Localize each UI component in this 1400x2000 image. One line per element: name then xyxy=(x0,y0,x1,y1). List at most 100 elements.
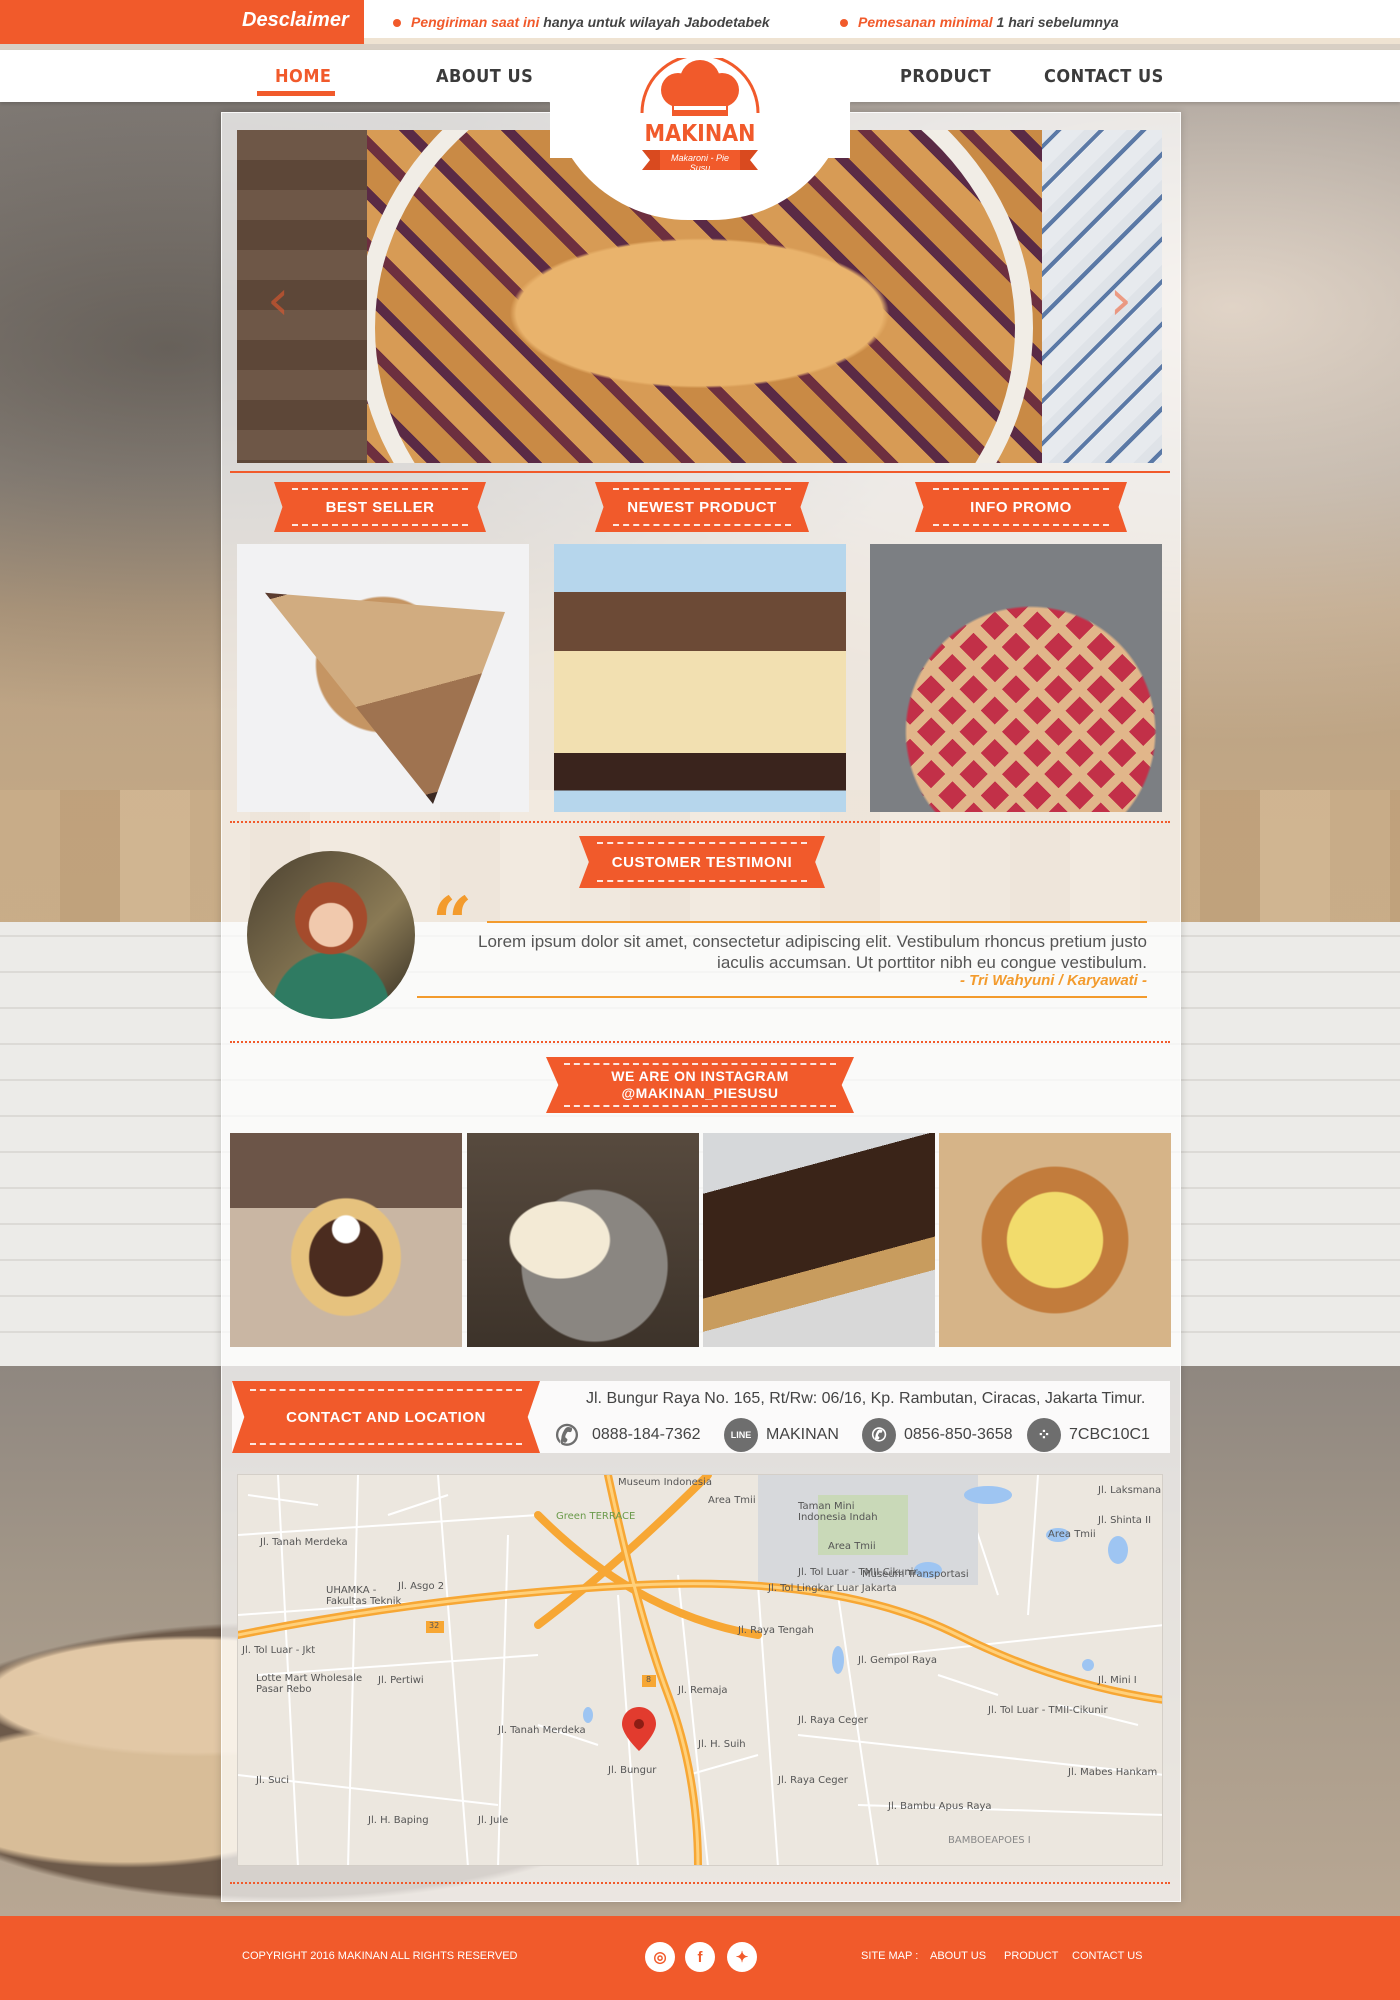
info-promo-ribbon[interactable]: INFO PROMO xyxy=(915,482,1127,532)
slider-wood-edge xyxy=(237,130,367,463)
best-seller-image[interactable] xyxy=(237,544,529,812)
notice-delivery: Pengiriman saat ini hanya untuk wilayah … xyxy=(393,14,770,30)
footer-link-about-us[interactable]: ABOUT US xyxy=(930,1950,986,1962)
bbm-pin: 7CBC10C1 xyxy=(1069,1426,1150,1443)
facebook-icon[interactable]: f xyxy=(685,1942,715,1972)
dotted-divider xyxy=(230,1041,1170,1043)
instagram-heading: WE ARE ON INSTAGRAM xyxy=(611,1068,789,1084)
map-label: Jl. Pertiwi xyxy=(378,1675,424,1686)
contact-phone[interactable]: ✆ 0888-184-7362 xyxy=(550,1418,701,1452)
top-notice-bar: Desclaimer Pengiriman saat ini hanya unt… xyxy=(0,0,1400,44)
map-label: Jl. Raya Ceger xyxy=(798,1715,868,1726)
quote-icon: “ xyxy=(432,881,473,964)
map-label: Jl. Jule xyxy=(478,1815,509,1826)
nav-product[interactable]: PRODUCT xyxy=(900,66,991,87)
best-seller-label: BEST SELLER xyxy=(325,498,435,516)
map-label: Jl. Tol Luar - Jkt xyxy=(242,1645,316,1656)
testimonial-author: - Tri Wahyuni / Karyawati - xyxy=(960,972,1147,989)
testimonial-text: Lorem ipsum dolor sit amet, consectetur … xyxy=(478,932,1147,972)
phone-number: 0888-184-7362 xyxy=(592,1426,701,1443)
location-map[interactable]: Museum Indonesia Area Tmii Green TERRACE… xyxy=(237,1474,1163,1866)
nav-contact-us[interactable]: CONTACT US xyxy=(1044,66,1164,87)
disclaimer-label[interactable]: Desclaimer xyxy=(0,0,364,44)
map-label: Area Tmii xyxy=(828,1541,876,1552)
info-promo-label: INFO PROMO xyxy=(970,498,1072,516)
map-label: Jl. Bambu Apus Raya xyxy=(888,1801,992,1812)
sitemap-label: SITE MAP : xyxy=(861,1950,919,1962)
map-label: Jl. Shinta II xyxy=(1098,1515,1152,1526)
map-label: Jl. Tanah Merdeka xyxy=(498,1725,586,1736)
testimoni-ribbon: CUSTOMER TESTIMONI xyxy=(579,836,825,888)
map-label: Jl. H. Suih xyxy=(698,1739,746,1750)
map-label: Jl. Mini I xyxy=(1098,1675,1137,1686)
map-label: Area Tmii xyxy=(708,1495,756,1506)
notice-order: Pemesanan minimal 1 hari sebelumnya xyxy=(840,14,1119,30)
line-id: MAKINAN xyxy=(766,1426,839,1443)
brand-logo[interactable]: MAKINAN Makaroni - Pie Susu xyxy=(620,53,780,183)
map-label: Taman Mini Indonesia Indah xyxy=(798,1501,878,1523)
map-label: Jl. Raya Ceger xyxy=(778,1775,848,1786)
map-label: Jl. Asgo 2 xyxy=(398,1581,445,1592)
blackberry-icon: ⁘ xyxy=(1027,1418,1061,1452)
map-label: Jl. Suci xyxy=(256,1775,290,1786)
quote-rule-top xyxy=(487,921,1147,923)
contact-address: Jl. Bungur Raya No. 165, Rt/Rw: 06/16, K… xyxy=(586,1390,1146,1407)
phone-icon: ✆ xyxy=(555,1419,579,1451)
map-label: Jl. Tol Luar - TMII-Cikunir xyxy=(988,1705,1108,1716)
quote-rule-bottom xyxy=(417,996,1147,998)
contact-bbm[interactable]: ⁘ 7CBC10C1 xyxy=(1027,1418,1150,1452)
map-label: Jl. Gempol Raya xyxy=(858,1655,938,1666)
nav-home[interactable]: HOME xyxy=(275,66,332,87)
contact-whatsapp[interactable]: ✆ 0856-850-3658 xyxy=(862,1418,1013,1452)
whatsapp-number: 0856-850-3658 xyxy=(904,1426,1013,1443)
notice-highlight: Pemesanan minimal xyxy=(858,14,993,30)
map-label: Museum Indonesia xyxy=(618,1477,712,1488)
chevron-right-icon[interactable]: › xyxy=(1110,268,1132,333)
notice-highlight: Pengiriman saat ini xyxy=(411,14,540,30)
notice-text: 1 hari sebelumnya xyxy=(992,14,1119,30)
instagram-ribbon[interactable]: WE ARE ON INSTAGRAM @MAKINAN_PIESUSU xyxy=(546,1057,854,1113)
map-label: Green TERRACE xyxy=(556,1511,636,1522)
instagram-photo[interactable] xyxy=(230,1133,462,1347)
twitter-icon[interactable]: ✦ xyxy=(727,1942,757,1972)
map-label: Jl. Remaja xyxy=(678,1685,728,1696)
instagram-photo[interactable] xyxy=(703,1133,935,1347)
instagram-photo[interactable] xyxy=(939,1133,1171,1347)
instagram-label: WE ARE ON INSTAGRAM @MAKINAN_PIESUSU xyxy=(611,1068,789,1102)
bullet-icon xyxy=(840,19,848,28)
copyright-suffix: ALL RIGHTS RESERVED xyxy=(387,1950,518,1962)
instagram-handle: @MAKINAN_PIESUSU xyxy=(621,1085,779,1101)
footer-link-contact-us[interactable]: CONTACT US xyxy=(1072,1950,1143,1962)
brand-name: MAKINAN xyxy=(644,121,756,147)
contact-label: CONTACT AND LOCATION xyxy=(286,1408,486,1426)
map-streets xyxy=(238,1475,1162,1865)
highway-shield-8: 8 xyxy=(646,1675,652,1684)
copyright-brand: MAKINAN xyxy=(337,1950,388,1962)
dotted-divider xyxy=(230,821,1170,823)
contact-line[interactable]: LINE MAKINAN xyxy=(724,1418,839,1452)
section-divider xyxy=(230,471,1170,473)
highway-shield-32: 32 xyxy=(429,1621,440,1630)
nav-about-us[interactable]: ABOUT US xyxy=(436,66,533,87)
map-label: Jl. Bungur xyxy=(608,1765,657,1776)
chevron-left-icon[interactable]: ‹ xyxy=(267,268,289,333)
instagram-icon[interactable]: ◎ xyxy=(645,1942,675,1972)
map-label: Jl. H. Baping xyxy=(368,1815,429,1826)
testimoni-label: CUSTOMER TESTIMONI xyxy=(611,853,793,871)
map-label: Lotte Mart Wholesale Pasar Rebo xyxy=(256,1673,363,1695)
line-icon: LINE xyxy=(724,1418,758,1452)
newest-product-ribbon[interactable]: NEWEST PRODUCT xyxy=(595,482,809,532)
newest-product-image[interactable] xyxy=(554,544,846,812)
info-promo-image[interactable] xyxy=(870,544,1162,812)
map-label: Jl. Tanah Merdeka xyxy=(260,1537,348,1548)
bullet-icon xyxy=(393,19,401,28)
footer-link-product[interactable]: PRODUCT xyxy=(1004,1950,1058,1962)
dotted-divider xyxy=(230,1882,1170,1884)
map-label: Jl. Mabes Hankam xyxy=(1068,1767,1158,1778)
instagram-photo[interactable] xyxy=(467,1133,699,1347)
best-seller-ribbon[interactable]: BEST SELLER xyxy=(274,482,486,532)
copyright-prefix: COPYRIGHT 2016 xyxy=(242,1950,338,1962)
brand-tagline: Makaroni - Pie Susu xyxy=(670,153,730,173)
map-label: Jl. Raya Tengah xyxy=(738,1625,814,1636)
map-label: BAMBOEAPOES I xyxy=(948,1835,1031,1846)
